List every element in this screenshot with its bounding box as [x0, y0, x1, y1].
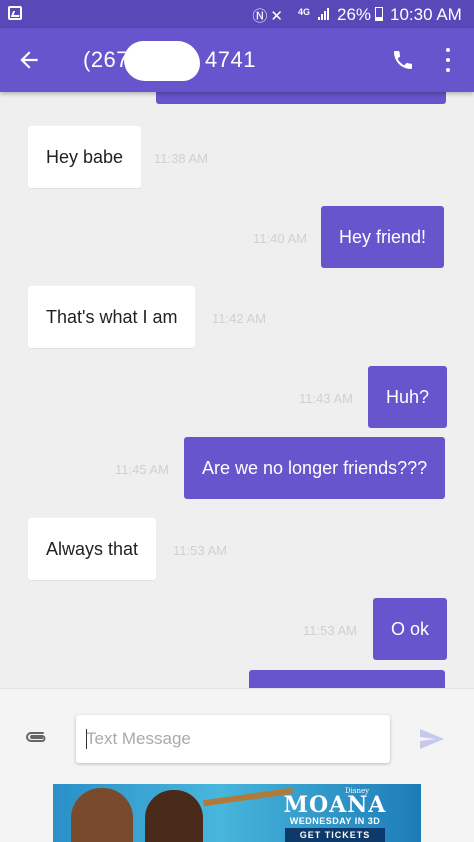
message-time: 11:43 AM	[299, 391, 353, 406]
gallery-notification-icon	[8, 6, 22, 20]
phone-icon[interactable]	[391, 48, 415, 72]
message-bubble-partial[interactable]	[249, 670, 445, 688]
app-bar: (267 4741	[0, 28, 474, 92]
message-bubble-outgoing[interactable]: Are we no longer friends???	[184, 437, 446, 499]
ad-get-tickets-button[interactable]: GET TICKETS	[285, 828, 385, 842]
message-time: 11:40 AM	[253, 231, 307, 246]
contact-number-end: 4741	[205, 47, 256, 72]
clock: 10:30 AM	[390, 5, 462, 24]
message-bubble-outgoing[interactable]: Huh?	[368, 366, 448, 428]
compose-bar	[0, 688, 474, 780]
message-bubble-incoming[interactable]: Always that	[28, 518, 157, 580]
ad-character-art	[145, 790, 203, 842]
network-type: 4G	[298, 7, 311, 17]
message-input-field[interactable]	[76, 715, 390, 763]
status-bar: Ⓝ✕ 4G 26% 10:30 AM	[0, 0, 474, 28]
message-bubble-outgoing[interactable]: O ok	[373, 598, 448, 660]
battery-percentage: 26%	[337, 5, 372, 24]
send-icon[interactable]	[418, 727, 446, 751]
redaction-scribble	[124, 41, 200, 81]
arrow-left-icon[interactable]	[16, 47, 42, 73]
ad-banner[interactable]: Disney MOANA WEDNESDAY IN 3D GET TICKETS	[53, 784, 421, 842]
ad-title: MOANA	[283, 792, 387, 818]
signal-icon	[318, 8, 330, 20]
message-time: 11:42 AM	[212, 311, 266, 326]
message-time: 11:53 AM	[173, 543, 227, 558]
ad-subtitle: WEDNESDAY IN 3D	[289, 816, 381, 826]
paperclip-icon[interactable]	[24, 729, 50, 745]
message-bubble-incoming[interactable]: Hey babe	[28, 126, 142, 188]
message-bubble-partial[interactable]	[156, 92, 446, 104]
nfc-mute-icons: Ⓝ✕	[252, 7, 286, 25]
ad-character-art	[71, 788, 133, 842]
contact-number-start: (267	[83, 47, 130, 72]
message-input[interactable]	[86, 727, 376, 751]
conversation[interactable]: Hey babe 11:38 AM 11:40 AM Hey friend! T…	[0, 92, 474, 688]
battery-icon	[375, 7, 383, 21]
message-time: 11:45 AM	[115, 462, 169, 477]
message-bubble-outgoing[interactable]: Hey friend!	[321, 206, 445, 268]
message-time: 11:38 AM	[154, 151, 208, 166]
more-vert-icon[interactable]	[440, 46, 456, 74]
ad-area: Disney MOANA WEDNESDAY IN 3D GET TICKETS	[0, 780, 474, 842]
message-time: 11:53 AM	[303, 623, 357, 638]
message-bubble-incoming[interactable]: That's what I am	[28, 286, 196, 348]
text-caret	[86, 729, 87, 749]
